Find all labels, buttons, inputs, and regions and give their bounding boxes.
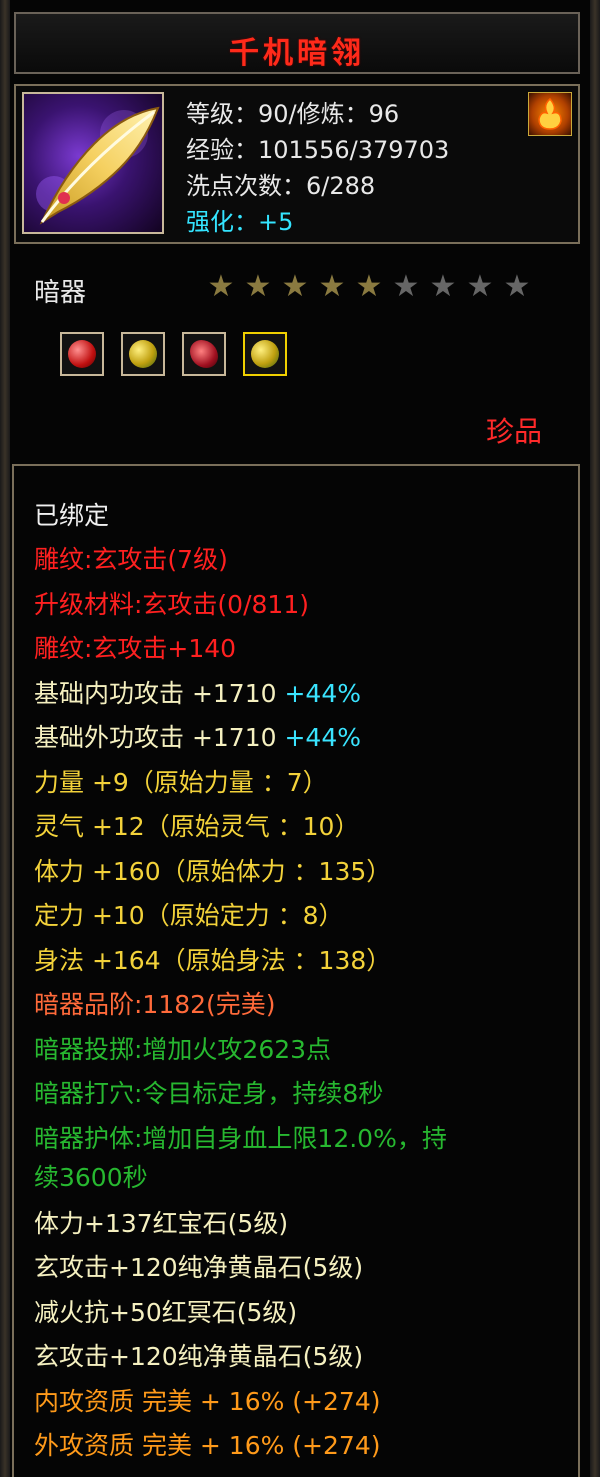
star-empty-icon: ★ xyxy=(503,269,531,304)
strength-stat: 力量 +9（原始力量 ：7） xyxy=(34,768,328,797)
throw-effect: 暗器投掷:增加火攻2623点 xyxy=(34,1035,332,1064)
inner-attack-stat: 基础内功攻击 +1710 +44% xyxy=(34,674,361,710)
star-empty-icon: ★ xyxy=(429,269,457,304)
spirit-stat: 灵气 +12（原始灵气 ：10） xyxy=(34,812,360,841)
feather-icon xyxy=(22,92,164,234)
gem-stat-1: 体力+137红宝石(5级) xyxy=(34,1209,289,1238)
yellow-gem-icon[interactable] xyxy=(243,332,287,376)
star-filled-icon: ★ xyxy=(207,269,235,304)
star-empty-icon: ★ xyxy=(466,269,494,304)
exp-text: 经验：101556/379703 xyxy=(186,136,450,164)
bound-status: 已绑定 xyxy=(34,501,110,530)
gem-stat-2: 玄攻击+120纯净黄晶石(5级) xyxy=(34,1253,364,1282)
red-gem-icon[interactable] xyxy=(60,332,104,376)
star-filled-icon: ★ xyxy=(281,269,309,304)
outer-attack-percent: +44% xyxy=(284,723,361,752)
reset-count-text: 洗点次数：6/288 xyxy=(186,172,376,200)
rarity-label: 珍品 xyxy=(486,415,543,448)
left-frame xyxy=(0,0,10,1477)
outer-attack-stat: 基础外功攻击 +1710 +44% xyxy=(34,718,361,754)
star-filled-icon: ★ xyxy=(244,269,272,304)
star-empty-icon: ★ xyxy=(392,269,420,304)
inner-quality: 内攻资质 完美 + 16% (+274) xyxy=(34,1387,381,1416)
item-type-label: 暗器 xyxy=(34,278,87,308)
yellow-gem-icon[interactable] xyxy=(121,332,165,376)
guard-effect: 暗器护体:增加自身血上限12.0%，持 xyxy=(34,1124,447,1153)
enhance-text: 强化：+5 xyxy=(186,208,294,236)
gem-stat-3: 减火抗+50红冥石(5级) xyxy=(34,1298,298,1327)
outer-quality: 外攻资质 完美 + 16% (+274) xyxy=(34,1431,381,1460)
title-bar: 千机暗翎 xyxy=(14,12,580,74)
agility-stat: 身法 +164（原始身法 ：138） xyxy=(34,946,392,975)
item-title: 千机暗翎 xyxy=(229,36,365,71)
right-frame xyxy=(590,0,600,1477)
engrave-bonus: 雕纹:玄攻击+140 xyxy=(34,634,237,663)
fire-badge-icon xyxy=(528,92,572,136)
stamina-stat: 体力 +160（原始体力 ：135） xyxy=(34,857,392,886)
level-text: 等级：90/修炼：96 xyxy=(186,100,400,128)
acupoint-effect: 暗器打穴:令目标定身，持续8秒 xyxy=(34,1079,384,1108)
engrave-level: 雕纹:玄攻击(7级) xyxy=(34,545,228,574)
inner-attack-text: 基础内功攻击 +1710 xyxy=(34,679,285,708)
outer-attack-text: 基础外功攻击 +1710 xyxy=(34,723,285,752)
inner-attack-percent: +44% xyxy=(284,679,361,708)
red-crystal-icon[interactable] xyxy=(182,332,226,376)
focus-stat: 定力 +10（原始定力 ：8） xyxy=(34,901,344,930)
star-filled-icon: ★ xyxy=(318,269,346,304)
gem-stat-4: 玄攻击+120纯净黄晶石(5级) xyxy=(34,1342,364,1371)
item-tooltip-panel: 千机暗翎 等级：90/修炼：96 经验：101556/379703 洗点次数：6… xyxy=(0,0,600,1477)
guard-effect-cont: 续3600秒 xyxy=(34,1163,148,1192)
upgrade-material: 升级材料:玄攻击(0/811) xyxy=(34,590,309,619)
grade-stat: 暗器品阶:1182(完美) xyxy=(34,990,276,1019)
star-filled-icon: ★ xyxy=(355,269,383,304)
